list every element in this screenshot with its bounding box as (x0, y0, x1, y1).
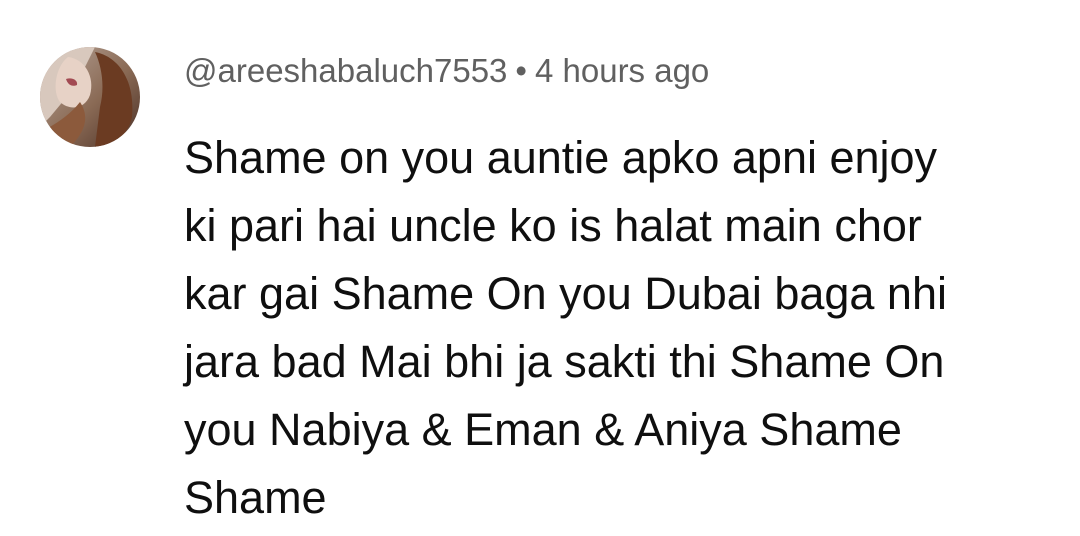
comment-text-line: Shame on you auntie apko apni enjoy (184, 132, 938, 183)
avatar-image (40, 47, 140, 147)
comment-text-line: ki pari hai uncle ko is halat main chor (184, 200, 922, 251)
comment-text-line: Shame (184, 472, 327, 523)
avatar[interactable] (40, 47, 140, 147)
author-handle[interactable]: @areeshabaluch7553 (184, 52, 507, 89)
comment-text-line: jara bad Mai bhi ja sakti thi Shame On (184, 336, 945, 387)
comment-text: Shame on you auntie apko apni enjoy ki p… (184, 124, 1054, 532)
comment-timestamp[interactable]: 4 hours ago (535, 52, 709, 89)
comment-text-line: kar gai Shame On you Dubai baga nhi (184, 268, 947, 319)
comment-item: @areeshabaluch7553 • 4 hours ago Shame on … (0, 0, 1080, 536)
comment-text-line: you Nabiya & Eman & Aniya Shame (184, 404, 902, 455)
separator-dot: • (515, 52, 527, 89)
comment-header: @areeshabaluch7553 • 4 hours ago (184, 49, 709, 93)
